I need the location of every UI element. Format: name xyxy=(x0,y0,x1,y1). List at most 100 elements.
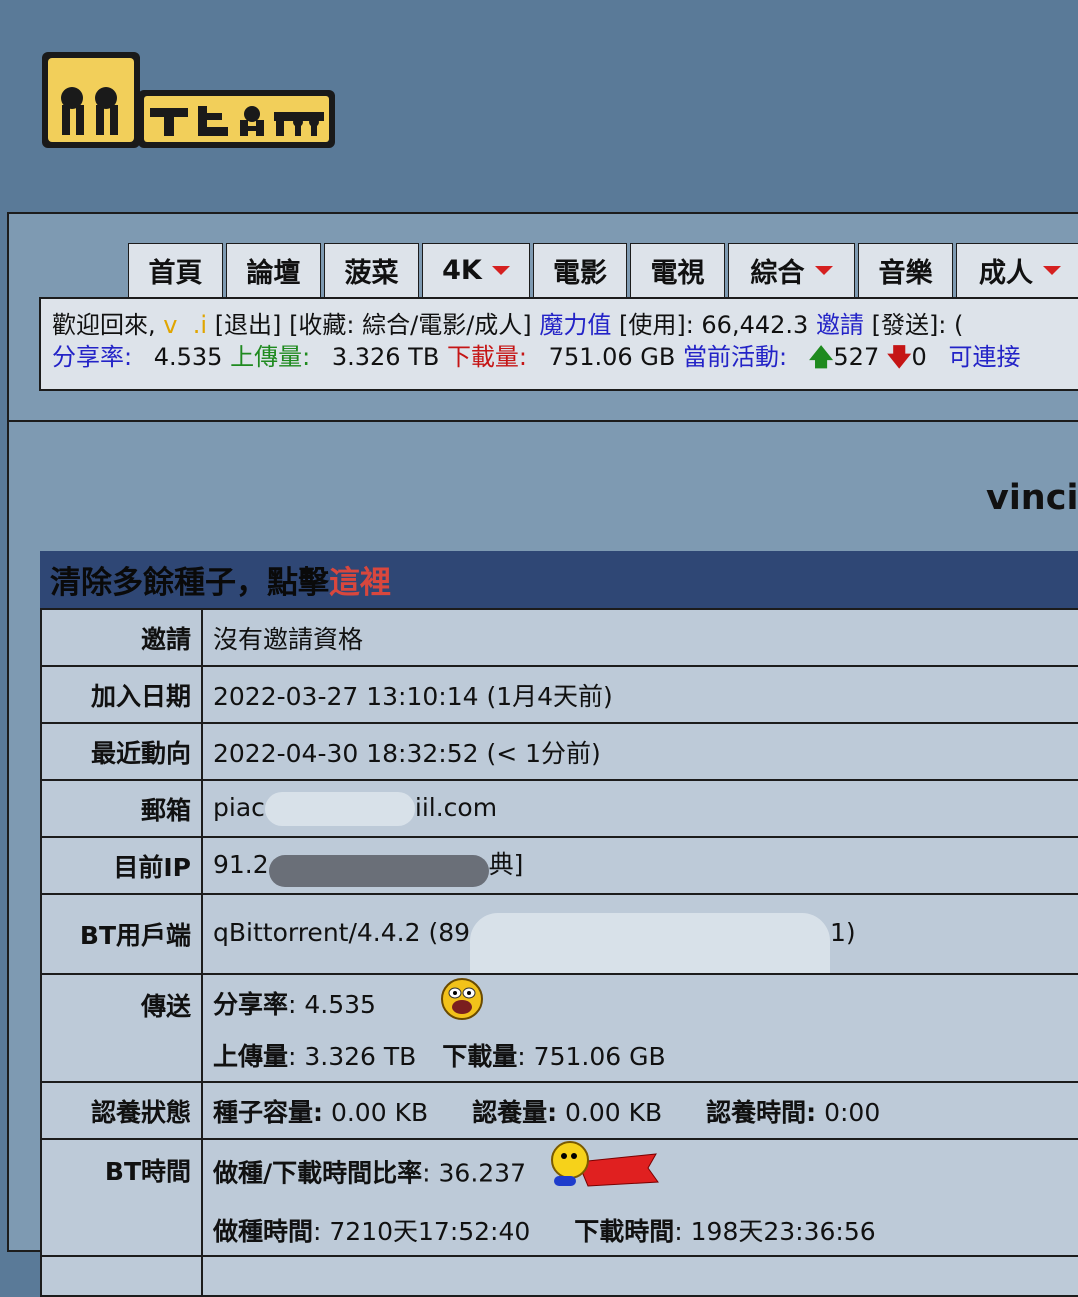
user-link[interactable]: v .i xyxy=(163,311,207,339)
connectable-link[interactable]: 可連接 xyxy=(948,343,1020,371)
download-val: : 751.06 GB xyxy=(517,1042,666,1071)
banner-text: 清除多餘種子，點擊 xyxy=(50,565,329,601)
nav-betting[interactable]: 菠菜 xyxy=(324,243,419,297)
seed-download-time-line: 做種時間: 7210天17:52:40 下載時間: 198天23:36:56 xyxy=(213,1209,1073,1255)
site-logo[interactable] xyxy=(40,50,340,152)
send-text: [發送]: ( xyxy=(871,311,964,339)
redaction-blur xyxy=(264,791,415,826)
email-value: piac iil.com xyxy=(201,779,1078,838)
favorites-link[interactable]: [收藏: 綜合/電影/成人] xyxy=(289,311,532,339)
logout-link[interactable]: [退出] xyxy=(215,311,282,339)
redaction-blur xyxy=(268,854,489,887)
ratio-key: 分享率 xyxy=(213,990,289,1019)
clean-torrents-banner: 清除多餘種子，點擊這裡 xyxy=(40,551,1078,608)
seed-dl-ratio-val: : 36.237 xyxy=(422,1158,526,1188)
nav-music[interactable]: 音樂 xyxy=(858,243,953,297)
join-date-value: 2022-03-27 13:10:14 (1月4天前) xyxy=(201,665,1078,724)
bt-time-value: 做種/下載時間比率: 36.237 做種時間: 7210天17:52:40 下載… xyxy=(201,1138,1078,1257)
download-value: 751.06 GB xyxy=(548,343,676,371)
magic-points-link[interactable]: 魔力值 xyxy=(539,311,611,339)
nav-tv[interactable]: 電視 xyxy=(630,243,725,297)
row-label: BT用戶端 xyxy=(40,893,203,975)
download-key: 下載量 xyxy=(442,1042,518,1071)
row-label: 加入日期 xyxy=(40,665,203,724)
email-visible-end: iil.com xyxy=(414,792,498,822)
leeching-count: 0 xyxy=(911,343,927,371)
user-details-table: 邀請 沒有邀請資格 加入日期 2022-03-27 13:10:14 (1月4天… xyxy=(40,608,1078,1297)
seeding-count: 527 xyxy=(833,343,880,371)
userbar-row-1: 歡迎回來, v .i [退出] [收藏: 綜合/電影/成人] 魔力值 [使用]:… xyxy=(52,309,1078,341)
adopt-amount-key: 認養量: xyxy=(472,1097,558,1127)
ratio-val: : 4.535 xyxy=(288,990,376,1019)
profile-username: vinci xyxy=(986,478,1078,518)
nav-movies[interactable]: 電影 xyxy=(533,243,627,297)
seed-time-key: 做種時間 xyxy=(213,1217,314,1246)
seeding-arrow-icon: 🡅 xyxy=(808,343,834,371)
row-label: 郵箱 xyxy=(40,779,203,838)
invite-link[interactable]: 邀請 xyxy=(816,311,864,339)
main-nav: 首頁 論壇 菠菜 4K 電影 電視 綜合 音樂 成人 xyxy=(128,243,1078,297)
client-visible-end: 1) xyxy=(830,918,856,947)
frame-divider xyxy=(7,420,1078,422)
table-row: BT時間 做種/下載時間比率: 36.237 做種時間: 7210天17:52:… xyxy=(40,1138,1078,1257)
table-row: 邀請 沒有邀請資格 xyxy=(40,608,1078,667)
seed-dl-ratio-key: 做種/下載時間比率 xyxy=(213,1158,423,1188)
adopt-time-val: 0:00 xyxy=(824,1097,881,1127)
dropdown-caret-icon xyxy=(1043,266,1061,275)
row-label: 邀請 xyxy=(40,608,203,667)
nav-home[interactable]: 首頁 xyxy=(128,243,223,297)
ip-value: 91.2 典] xyxy=(201,836,1078,895)
nav-adult[interactable]: 成人 xyxy=(956,243,1078,297)
table-row: 傳送 分享率: 4.535 上傳量: 3.326 TB 下載量: 751.06 … xyxy=(40,973,1078,1083)
table-row xyxy=(40,1255,1078,1297)
last-action-value: 2022-04-30 18:32:52 (< 1分前) xyxy=(201,722,1078,781)
seed-size-val: 0.00 KB xyxy=(330,1097,429,1127)
banner-here-link[interactable]: 這裡 xyxy=(329,565,391,601)
upload-value: 3.326 TB xyxy=(331,343,440,371)
seed-download-ratio-line: 做種/下載時間比率: 36.237 xyxy=(213,1140,1073,1209)
download-time-val: : 198天23:36:56 xyxy=(674,1217,876,1246)
nav-forum[interactable]: 論壇 xyxy=(226,243,321,297)
ip-visible-end: 典] xyxy=(488,849,524,879)
adopt-value: 種子容量: 0.00 KB 認養量: 0.00 KB 認養時間: 0:00 xyxy=(201,1081,1078,1140)
user-info-bar: 歡迎回來, v .i [退出] [收藏: 綜合/電影/成人] 魔力值 [使用]:… xyxy=(39,297,1078,391)
table-row: 最近動向 2022-04-30 18:32:52 (< 1分前) xyxy=(40,722,1078,781)
active-label: 當前活動: xyxy=(682,343,788,371)
redaction-blur xyxy=(470,913,831,973)
client-value: qBittorrent/4.4.2 (89 1) xyxy=(201,893,1078,975)
upload-key: 上傳量 xyxy=(213,1042,289,1071)
adopt-time-key: 認養時間: xyxy=(706,1097,817,1127)
email-visible-start: piac xyxy=(213,792,265,822)
mteam-logo-icon xyxy=(42,52,335,148)
row-label xyxy=(40,1255,203,1297)
transfer-value: 分享率: 4.535 上傳量: 3.326 TB 下載量: 751.06 GB xyxy=(201,973,1078,1083)
adopt-amount-val: 0.00 KB xyxy=(565,1097,663,1127)
download-time-key: 下載時間 xyxy=(574,1217,675,1246)
row-label: 目前IP xyxy=(40,836,203,895)
dropdown-caret-icon xyxy=(814,266,833,275)
magic-points-value: [使用]: 66,442.3 xyxy=(618,311,809,339)
upload-val: : 3.326 TB xyxy=(288,1042,417,1071)
table-row: 加入日期 2022-03-27 13:10:14 (1月4天前) xyxy=(40,665,1078,724)
userbar-row-2: 分享率: 4.535 上傳量: 3.326 TB 下載量: 751.06 GB … xyxy=(52,341,1078,373)
row-label: BT時間 xyxy=(40,1138,203,1257)
invite-value: 沒有邀請資格 xyxy=(201,608,1078,667)
nav-misc[interactable]: 綜合 xyxy=(728,243,855,297)
ratio-label: 分享率: xyxy=(52,343,133,371)
table-row: 郵箱 piac iil.com xyxy=(40,779,1078,838)
dropdown-caret-icon xyxy=(491,266,510,275)
seed-size-key: 種子容量: xyxy=(213,1097,323,1127)
transfer-ratio-line: 分享率: 4.535 xyxy=(213,977,1073,1035)
ip-visible-start: 91.2 xyxy=(213,849,269,879)
row-label: 傳送 xyxy=(40,973,203,1083)
row-label: 認養狀態 xyxy=(40,1081,203,1140)
upload-label: 上傳量: xyxy=(230,343,311,371)
row-label: 最近動向 xyxy=(40,722,203,781)
client-visible-start: qBittorrent/4.4.2 (89 xyxy=(213,918,471,947)
nav-4k[interactable]: 4K xyxy=(422,243,530,297)
seed-time-val: : 7210天17:52:40 xyxy=(313,1217,531,1246)
table-row: BT用戶端 qBittorrent/4.4.2 (89 1) xyxy=(40,893,1078,975)
transfer-amount-line: 上傳量: 3.326 TB 下載量: 751.06 GB xyxy=(213,1035,1073,1079)
next-row-value xyxy=(201,1255,1078,1297)
welcome-text: 歡迎回來, xyxy=(52,311,156,339)
